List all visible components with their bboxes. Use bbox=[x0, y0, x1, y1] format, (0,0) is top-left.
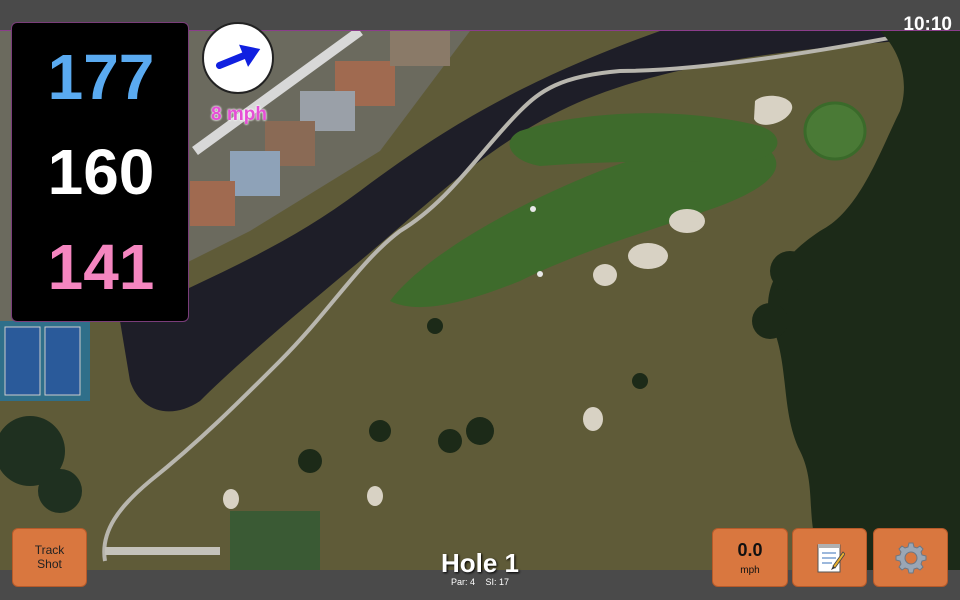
wind-speed: 8 mph bbox=[211, 104, 267, 125]
speed-unit: mph bbox=[740, 564, 760, 576]
arrow-right-icon bbox=[215, 44, 261, 69]
hole-title: Hole 1 bbox=[440, 548, 520, 578]
putting-green bbox=[803, 101, 867, 161]
notepad-icon bbox=[817, 543, 845, 572]
speed-button[interactable]: 0.0 mph bbox=[712, 528, 788, 587]
back-distance: 177 bbox=[47, 41, 155, 113]
speed-value: 0.0 bbox=[737, 539, 763, 560]
track-shot-label: Track Shot bbox=[34, 542, 65, 571]
distance-panel: 177 160 141 bbox=[11, 22, 189, 322]
middle-distance: 160 bbox=[47, 136, 155, 208]
settings-button[interactable] bbox=[873, 528, 948, 587]
notes-button[interactable] bbox=[792, 528, 867, 587]
track-shot-button[interactable]: Track Shot bbox=[12, 528, 87, 587]
hole-info: Par: 4 SI: 17 bbox=[380, 577, 580, 587]
front-distance: 141 bbox=[47, 231, 155, 303]
gear-icon bbox=[895, 542, 926, 573]
hole-par: Par: 4 bbox=[450, 577, 475, 587]
hole-stroke-index: SI: 17 bbox=[485, 577, 510, 587]
wind-indicator bbox=[202, 22, 274, 94]
